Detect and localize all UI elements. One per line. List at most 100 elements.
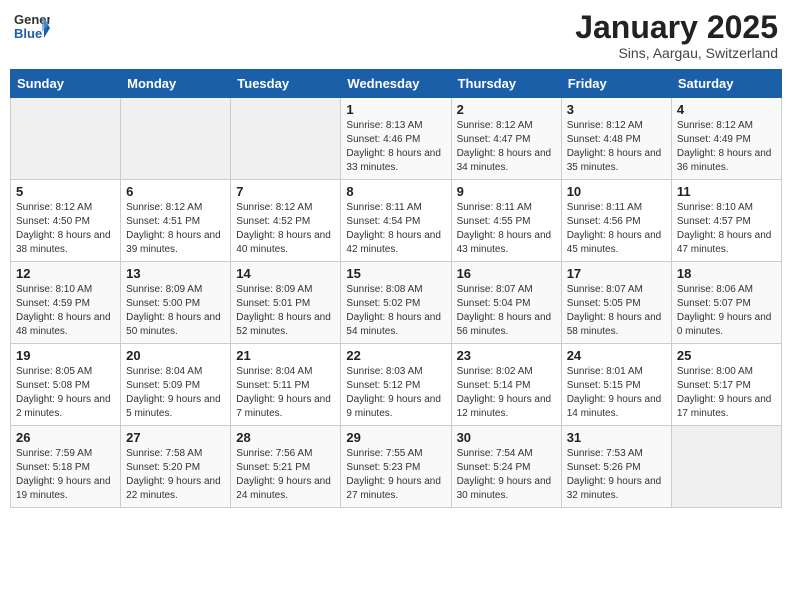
day-info: Sunrise: 8:05 AM Sunset: 5:08 PM Dayligh… [16,365,115,421]
day-cell: 17 Sunrise: 8:07 AM Sunset: 5:05 PM Dayli… [561,262,671,344]
day-info: Sunrise: 8:12 AM Sunset: 4:47 PM Dayligh… [457,119,556,175]
day-number: 13 [126,266,225,281]
day-info: Sunrise: 8:11 AM Sunset: 4:56 PM Dayligh… [567,201,666,257]
day-cell: 18 Sunrise: 8:06 AM Sunset: 5:07 PM Dayli… [671,262,781,344]
day-cell: 23Sunrise: 8:02 AM Sunset: 5:14 PM Dayli… [451,344,561,426]
day-number: 19 [16,348,115,363]
week-row-1: 1 Sunrise: 8:13 AM Sunset: 4:46 PM Daylig… [11,98,782,180]
day-cell: 29 Sunrise: 7:55 AM Sunset: 5:23 PM Dayli… [341,426,451,508]
day-cell: 15 Sunrise: 8:08 AM Sunset: 5:02 PM Dayli… [341,262,451,344]
day-number: 1 [346,102,445,117]
day-info: Sunrise: 8:02 AM Sunset: 5:14 PM Dayligh… [457,365,556,421]
day-info: Sunrise: 8:12 AM Sunset: 4:52 PM Dayligh… [236,201,335,257]
day-cell: 4 Sunrise: 8:12 AM Sunset: 4:49 PM Daylig… [671,98,781,180]
day-number: 28 [236,430,335,445]
day-number: 24 [567,348,666,363]
day-cell: 14 Sunrise: 8:09 AM Sunset: 5:01 PM Dayli… [231,262,341,344]
day-info: Sunrise: 7:58 AM Sunset: 5:20 PM Dayligh… [126,447,225,503]
day-number: 17 [567,266,666,281]
week-row-3: 12Sunrise: 8:10 AM Sunset: 4:59 PM Dayli… [11,262,782,344]
day-cell: 3 Sunrise: 8:12 AM Sunset: 4:48 PM Daylig… [561,98,671,180]
day-cell: 11 Sunrise: 8:10 AM Sunset: 4:57 PM Dayli… [671,180,781,262]
day-info: Sunrise: 8:00 AM Sunset: 5:17 PM Dayligh… [677,365,776,421]
weekday-header-thursday: Thursday [451,70,561,98]
logo-graphic: General Blue [14,10,50,51]
day-info: Sunrise: 8:12 AM Sunset: 4:51 PM Dayligh… [126,201,225,257]
calendar-table: SundayMondayTuesdayWednesdayThursdayFrid… [10,69,782,508]
week-row-5: 26Sunrise: 7:59 AM Sunset: 5:18 PM Dayli… [11,426,782,508]
day-info: Sunrise: 8:09 AM Sunset: 5:01 PM Dayligh… [236,283,335,339]
day-number: 10 [567,184,666,199]
day-number: 7 [236,184,335,199]
day-cell: 10 Sunrise: 8:11 AM Sunset: 4:56 PM Dayli… [561,180,671,262]
day-number: 27 [126,430,225,445]
day-info: Sunrise: 8:11 AM Sunset: 4:54 PM Dayligh… [346,201,445,257]
day-cell: 7 Sunrise: 8:12 AM Sunset: 4:52 PM Daylig… [231,180,341,262]
day-number: 2 [457,102,556,117]
day-number: 15 [346,266,445,281]
day-info: Sunrise: 8:06 AM Sunset: 5:07 PM Dayligh… [677,283,776,339]
day-cell: 31Sunrise: 7:53 AM Sunset: 5:26 PM Dayli… [561,426,671,508]
page-header: General Blue January 2025 Sins, Aargau, … [10,10,782,61]
day-number: 20 [126,348,225,363]
day-info: Sunrise: 8:13 AM Sunset: 4:46 PM Dayligh… [346,119,445,175]
day-cell: 19 Sunrise: 8:05 AM Sunset: 5:08 PM Dayli… [11,344,121,426]
day-cell: 5Sunrise: 8:12 AM Sunset: 4:50 PM Daylig… [11,180,121,262]
day-cell: 25Sunrise: 8:00 AM Sunset: 5:17 PM Dayli… [671,344,781,426]
day-info: Sunrise: 7:54 AM Sunset: 5:24 PM Dayligh… [457,447,556,503]
day-cell: 6 Sunrise: 8:12 AM Sunset: 4:51 PM Daylig… [121,180,231,262]
week-row-4: 19 Sunrise: 8:05 AM Sunset: 5:08 PM Dayli… [11,344,782,426]
day-number: 14 [236,266,335,281]
day-info: Sunrise: 8:11 AM Sunset: 4:55 PM Dayligh… [457,201,556,257]
day-info: Sunrise: 7:55 AM Sunset: 5:23 PM Dayligh… [346,447,445,503]
day-number: 18 [677,266,776,281]
day-number: 5 [16,184,115,199]
day-cell [121,98,231,180]
day-number: 12 [16,266,115,281]
day-info: Sunrise: 8:07 AM Sunset: 5:05 PM Dayligh… [567,283,666,339]
day-cell: 13 Sunrise: 8:09 AM Sunset: 5:00 PM Dayli… [121,262,231,344]
day-number: 22 [346,348,445,363]
day-cell: 8 Sunrise: 8:11 AM Sunset: 4:54 PM Daylig… [341,180,451,262]
day-cell: 1 Sunrise: 8:13 AM Sunset: 4:46 PM Daylig… [341,98,451,180]
day-info: Sunrise: 8:12 AM Sunset: 4:49 PM Dayligh… [677,119,776,175]
location-subtitle: Sins, Aargau, Switzerland [575,45,778,61]
svg-text:Blue: Blue [14,26,42,41]
day-info: Sunrise: 8:12 AM Sunset: 4:48 PM Dayligh… [567,119,666,175]
day-number: 16 [457,266,556,281]
day-cell: 26Sunrise: 7:59 AM Sunset: 5:18 PM Dayli… [11,426,121,508]
day-number: 3 [567,102,666,117]
day-cell: 9Sunrise: 8:11 AM Sunset: 4:55 PM Daylig… [451,180,561,262]
day-cell [231,98,341,180]
day-cell: 20 Sunrise: 8:04 AM Sunset: 5:09 PM Dayli… [121,344,231,426]
title-block: January 2025 Sins, Aargau, Switzerland [575,10,778,61]
day-info: Sunrise: 8:03 AM Sunset: 5:12 PM Dayligh… [346,365,445,421]
day-cell: 27 Sunrise: 7:58 AM Sunset: 5:20 PM Dayli… [121,426,231,508]
day-info: Sunrise: 8:10 AM Sunset: 4:57 PM Dayligh… [677,201,776,257]
day-cell: 16Sunrise: 8:07 AM Sunset: 5:04 PM Dayli… [451,262,561,344]
day-info: Sunrise: 8:04 AM Sunset: 5:11 PM Dayligh… [236,365,335,421]
day-number: 4 [677,102,776,117]
weekday-header-row: SundayMondayTuesdayWednesdayThursdayFrid… [11,70,782,98]
day-number: 21 [236,348,335,363]
day-number: 11 [677,184,776,199]
day-cell: 21 Sunrise: 8:04 AM Sunset: 5:11 PM Dayli… [231,344,341,426]
day-info: Sunrise: 7:56 AM Sunset: 5:21 PM Dayligh… [236,447,335,503]
month-title: January 2025 [575,10,778,45]
day-cell [671,426,781,508]
day-number: 30 [457,430,556,445]
day-number: 8 [346,184,445,199]
weekday-header-monday: Monday [121,70,231,98]
weekday-header-tuesday: Tuesday [231,70,341,98]
day-cell: 22 Sunrise: 8:03 AM Sunset: 5:12 PM Dayli… [341,344,451,426]
day-info: Sunrise: 8:01 AM Sunset: 5:15 PM Dayligh… [567,365,666,421]
day-number: 6 [126,184,225,199]
day-info: Sunrise: 8:08 AM Sunset: 5:02 PM Dayligh… [346,283,445,339]
day-number: 29 [346,430,445,445]
day-info: Sunrise: 8:09 AM Sunset: 5:00 PM Dayligh… [126,283,225,339]
weekday-header-saturday: Saturday [671,70,781,98]
weekday-header-friday: Friday [561,70,671,98]
day-number: 31 [567,430,666,445]
weekday-header-wednesday: Wednesday [341,70,451,98]
day-info: Sunrise: 8:04 AM Sunset: 5:09 PM Dayligh… [126,365,225,421]
